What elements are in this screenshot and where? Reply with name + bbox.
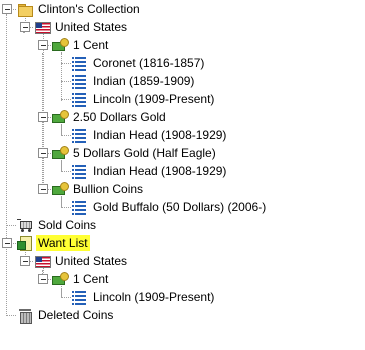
collapse-toggle[interactable] <box>38 184 48 194</box>
node-label: United States <box>55 254 128 268</box>
tree-node-want-one-cent[interactable]: 1 Cent <box>52 270 110 288</box>
tree-node-coronet[interactable]: Coronet (1816-1857) <box>72 54 206 72</box>
collapse-toggle[interactable] <box>20 256 30 266</box>
node-label: Indian Head (1908-1929) <box>93 128 227 142</box>
tree-node-want-list[interactable]: Want List <box>17 234 90 252</box>
tree-node-indian-head[interactable]: Indian Head (1908-1929) <box>72 126 228 144</box>
collapse-toggle[interactable] <box>38 274 48 284</box>
tree-node-deleted-coins[interactable]: Deleted Coins <box>17 306 115 324</box>
node-label: Coronet (1816-1857) <box>93 56 205 70</box>
list-icon <box>72 163 88 179</box>
flag-icon <box>34 19 51 35</box>
list-icon <box>72 73 88 89</box>
tree-line <box>6 14 7 314</box>
list-icon <box>72 289 88 305</box>
tree-node-gold-buffalo[interactable]: Gold Buffalo (50 Dollars) (2006-) <box>72 198 268 216</box>
node-label: 2.50 Dollars Gold <box>73 110 166 124</box>
collapse-toggle[interactable] <box>2 4 12 14</box>
node-label: Deleted Coins <box>38 308 114 322</box>
list-icon <box>72 91 88 107</box>
money-icon <box>52 145 69 161</box>
tree-line <box>61 63 71 64</box>
tree-node-indian-head[interactable]: Indian Head (1908-1929) <box>72 162 228 180</box>
money-icon <box>52 37 69 53</box>
collapse-toggle[interactable] <box>38 148 48 158</box>
node-label: Bullion Coins <box>73 182 144 196</box>
tree-line <box>61 81 71 82</box>
tree-node-united-states[interactable]: United States <box>34 18 129 36</box>
node-label: Sold Coins <box>38 218 97 232</box>
folder-icon <box>17 1 33 17</box>
collapse-toggle[interactable] <box>38 112 48 122</box>
tree-node-gold-250[interactable]: 2.50 Dollars Gold <box>52 108 168 126</box>
node-label: Want List <box>36 235 90 251</box>
tree-node-one-cent[interactable]: 1 Cent <box>52 36 110 54</box>
node-label: Gold Buffalo (50 Dollars) (2006-) <box>93 200 267 214</box>
tree-line <box>6 225 16 226</box>
node-label: Lincoln (1909-Present) <box>93 290 215 304</box>
tree-node-gold-5[interactable]: 5 Dollars Gold (Half Eagle) <box>52 144 218 162</box>
collapse-toggle[interactable] <box>38 40 48 50</box>
node-label: United States <box>55 20 128 34</box>
tree-line <box>6 315 16 316</box>
list-icon <box>72 127 88 143</box>
tree-node-collection[interactable]: Clinton's Collection <box>17 0 142 18</box>
node-label: Indian Head (1908-1929) <box>93 164 227 178</box>
tree-line <box>61 171 71 172</box>
flag-icon <box>34 253 51 269</box>
tree-line <box>61 135 71 136</box>
tree-line <box>43 32 44 189</box>
collapse-toggle[interactable] <box>20 22 30 32</box>
trash-icon <box>17 307 33 324</box>
tree-node-indian[interactable]: Indian (1859-1909) <box>72 72 196 90</box>
tree-node-want-lincoln[interactable]: Lincoln (1909-Present) <box>72 288 216 306</box>
want-list-icon <box>17 235 33 251</box>
tree-node-bullion[interactable]: Bullion Coins <box>52 180 145 198</box>
cart-icon <box>17 217 33 233</box>
collection-tree[interactable]: Clinton's Collection United States 1 Cen… <box>0 0 365 350</box>
tree-line <box>61 207 71 208</box>
node-label: Lincoln (1909-Present) <box>93 92 215 106</box>
collapse-toggle[interactable] <box>2 238 12 248</box>
tree-line <box>24 32 25 33</box>
list-icon <box>72 199 88 215</box>
tree-line <box>61 99 71 100</box>
tree-node-lincoln[interactable]: Lincoln (1909-Present) <box>72 90 216 108</box>
list-icon <box>72 55 88 71</box>
node-label: 1 Cent <box>73 38 109 52</box>
node-label: 5 Dollars Gold (Half Eagle) <box>73 146 216 160</box>
node-label: Clinton's Collection <box>38 2 140 16</box>
money-icon <box>52 109 69 125</box>
tree-line <box>61 297 71 298</box>
node-label: 1 Cent <box>73 272 109 286</box>
money-icon <box>52 181 69 197</box>
node-label: Indian (1859-1909) <box>93 74 195 88</box>
money-icon <box>52 271 69 287</box>
tree-node-sold-coins[interactable]: Sold Coins <box>17 216 98 234</box>
tree-line <box>61 50 62 99</box>
tree-node-want-united-states[interactable]: United States <box>34 252 129 270</box>
